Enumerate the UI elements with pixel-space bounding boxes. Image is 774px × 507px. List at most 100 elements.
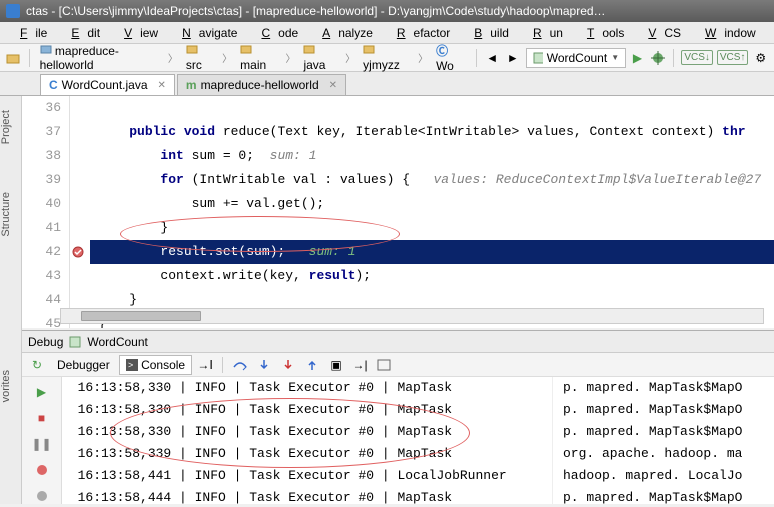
close-tab-icon[interactable]: ✕	[329, 80, 337, 91]
line-number[interactable]: 39	[22, 168, 61, 192]
settings-icon[interactable]: ⚙	[751, 48, 770, 68]
debug-config-name: WordCount	[87, 335, 147, 349]
file-type-icon: m	[186, 78, 197, 92]
horizontal-scrollbar[interactable]	[60, 308, 764, 324]
favorites-tool-label[interactable]: vorites	[0, 366, 12, 406]
debug-header: Debug WordCount	[22, 331, 774, 353]
code-line[interactable]	[90, 96, 774, 120]
console-output[interactable]: 16:13:58,330 | INFO | Task Executor #0 |…	[62, 377, 774, 504]
force-step-into-icon[interactable]	[277, 355, 299, 375]
debug-config-icon	[69, 336, 81, 348]
step-into-icon[interactable]	[253, 355, 275, 375]
code-editor[interactable]: 36373839404142434445 public void reduce(…	[22, 96, 774, 328]
editor-tab-bar: CWordCount.java✕mmapreduce-helloworld✕	[0, 72, 774, 96]
code-line[interactable]: }	[90, 216, 774, 240]
line-number[interactable]: 40	[22, 192, 61, 216]
menu-build[interactable]: Build	[458, 26, 517, 40]
breadcrumb-item[interactable]: main	[236, 42, 281, 73]
breadcrumb-item[interactable]: Ⓒ Wo	[432, 41, 470, 74]
resume-icon[interactable]: ↻	[26, 355, 48, 375]
step-out-icon[interactable]	[301, 355, 323, 375]
code-line[interactable]: for (IntWritable val : values) { values:…	[90, 168, 774, 192]
line-number[interactable]: 43	[22, 264, 61, 288]
line-number[interactable]: 37	[22, 120, 61, 144]
log-line: 16:13:58,330 | INFO | Task Executor #0 |…	[62, 377, 774, 399]
debug-label: Debug	[28, 335, 63, 349]
log-line: 16:13:58,444 | INFO | Task Executor #0 |…	[62, 487, 774, 504]
close-tab-icon[interactable]: ✕	[158, 80, 166, 91]
code-line[interactable]: public void reduce(Text key, Iterable<In…	[90, 120, 774, 144]
scrollbar-thumb[interactable]	[81, 311, 201, 321]
breadcrumb-item[interactable]: java	[299, 42, 341, 73]
structure-tool-label[interactable]: Structure	[0, 188, 12, 241]
show-exec-icon[interactable]: →Ⅰ	[194, 355, 216, 375]
log-line: 16:13:58,330 | INFO | Task Executor #0 |…	[62, 399, 774, 421]
menu-navigate[interactable]: Navigate	[166, 26, 245, 40]
editor-gutter: 36373839404142434445	[22, 96, 70, 328]
title-bar: ctas - [C:\Users\jimmy\IdeaProjects\ctas…	[0, 0, 774, 22]
menu-analyze[interactable]: Analyze	[306, 26, 381, 40]
file-type-icon: C	[49, 78, 58, 92]
menu-help[interactable]: Help	[764, 26, 774, 40]
breadcrumb-item[interactable]: mapreduce-helloworld	[36, 42, 164, 73]
menu-vcs[interactable]: VCS	[632, 26, 689, 40]
code-line[interactable]: result.set(sum); sum: 1	[90, 240, 774, 264]
open-icon[interactable]	[4, 48, 23, 68]
back-icon[interactable]: ◄	[483, 48, 502, 68]
run-config-selector[interactable]: WordCount ▼	[526, 48, 626, 68]
vcs-update-icon[interactable]: VCS↓	[681, 50, 713, 65]
rerun-icon[interactable]: ▶	[31, 381, 53, 403]
drop-frame-icon[interactable]: ▣	[325, 355, 347, 375]
debug-tool-window: Debug WordCount ↻ Debugger > Console →Ⅰ …	[22, 330, 774, 504]
pause-icon[interactable]: ❚❚	[31, 433, 53, 455]
console-tab[interactable]: > Console	[119, 355, 192, 375]
line-number[interactable]: 36	[22, 96, 61, 120]
marker-column	[70, 96, 90, 328]
vcs-commit-icon[interactable]: VCS↑	[717, 50, 749, 65]
main-toolbar: mapreduce-helloworld〉 src〉 main〉 java〉 y…	[0, 44, 774, 72]
debug-icon[interactable]	[649, 48, 668, 68]
view-breakpoints-icon[interactable]	[31, 459, 53, 481]
editor-tab[interactable]: mmapreduce-helloworld✕	[177, 74, 346, 95]
menu-tools[interactable]: Tools	[571, 26, 632, 40]
debugger-tab[interactable]: Debugger	[50, 355, 117, 375]
line-number[interactable]: 45	[22, 312, 61, 328]
line-number[interactable]: 41	[22, 216, 61, 240]
code-line[interactable]: sum += val.get();	[90, 192, 774, 216]
left-tool-panel: Project Structure	[0, 96, 22, 356]
run-config-label: WordCount	[547, 51, 607, 65]
menu-file[interactable]: File	[4, 26, 55, 40]
log-line: 16:13:58,441 | INFO | Task Executor #0 |…	[62, 465, 774, 487]
editor-tab[interactable]: CWordCount.java✕	[40, 74, 175, 95]
project-tool-label[interactable]: Project	[0, 106, 12, 148]
code-line[interactable]: int sum = 0; sum: 1	[90, 144, 774, 168]
line-number[interactable]: 38	[22, 144, 61, 168]
breadcrumb: mapreduce-helloworld〉 src〉 main〉 java〉 y…	[36, 41, 470, 74]
left-tool-panel-bottom: vorites	[0, 356, 22, 504]
menu-refactor[interactable]: Refactor	[381, 26, 458, 40]
menu-edit[interactable]: Edit	[55, 26, 108, 40]
code-area[interactable]: public void reduce(Text key, Iterable<In…	[90, 96, 774, 328]
code-line[interactable]: context.write(key, result);	[90, 264, 774, 288]
stop-icon[interactable]: ■	[31, 407, 53, 429]
log-line: 16:13:58,330 | INFO | Task Executor #0 |…	[62, 421, 774, 443]
breakpoint-icon[interactable]	[72, 246, 84, 258]
step-over-icon[interactable]	[229, 355, 251, 375]
line-number[interactable]: 44	[22, 288, 61, 312]
run-to-cursor-icon[interactable]: →|	[349, 355, 371, 375]
breadcrumb-item[interactable]: src	[182, 42, 218, 73]
run-icon[interactable]: ▶	[628, 48, 647, 68]
forward-icon[interactable]: ►	[504, 48, 523, 68]
debug-side-toolbar: ▶ ■ ❚❚	[22, 377, 62, 504]
debug-toolbar: ↻ Debugger > Console →Ⅰ ▣ →|	[22, 353, 774, 377]
breadcrumb-item[interactable]: yjmyzz	[359, 42, 414, 73]
menu-code[interactable]: Code	[245, 26, 306, 40]
menu-window[interactable]: Window	[689, 26, 764, 40]
line-number[interactable]: 42	[22, 240, 61, 264]
window-title: ctas - [C:\Users\jimmy\IdeaProjects\ctas…	[26, 0, 606, 22]
menu-run[interactable]: Run	[517, 26, 571, 40]
app-logo	[6, 4, 20, 18]
evaluate-icon[interactable]	[373, 355, 395, 375]
menu-view[interactable]: View	[108, 26, 166, 40]
log-line: 16:13:58,339 | INFO | Task Executor #0 |…	[62, 443, 774, 465]
